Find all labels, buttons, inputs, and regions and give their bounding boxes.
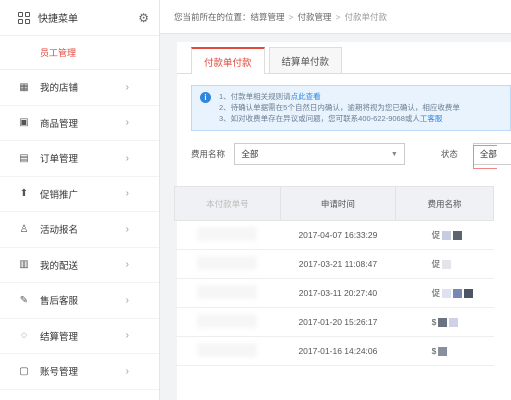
table-row[interactable]: 2017-03-21 11:08:47 促 <box>174 249 494 279</box>
account-icon: ▢ <box>19 365 29 377</box>
sidebar-item-products[interactable]: ▣ 商品管理 › <box>0 106 159 141</box>
sidebar-item-label: 我的配送 <box>40 260 79 272</box>
chevron-right-icon: › <box>125 81 129 93</box>
fee-name: 促 <box>431 259 441 269</box>
tab-bill-payment[interactable]: 付款单付款 <box>191 47 265 74</box>
breadcrumb-separator: > <box>335 11 341 22</box>
fee-name: $ <box>431 346 437 356</box>
column-header-apply-time[interactable]: 申请时间 <box>279 186 397 221</box>
breadcrumb-prefix: 您当前所在的位置： <box>174 11 251 22</box>
sidebar-header: 快捷菜单 ⚙ <box>0 0 159 36</box>
breadcrumb-current: 付款单付款 <box>344 11 387 22</box>
sidebar-item-label: 商品管理 <box>40 118 79 130</box>
chevron-right-icon: › <box>125 188 129 200</box>
redacted-bill-no <box>197 256 258 270</box>
fee-name: 促 <box>431 230 441 240</box>
sidebar-item-activity[interactable]: ♙ 活动报名 › <box>0 212 159 248</box>
promotion-icon: ⬆ <box>19 188 29 200</box>
tab-settlement-payment[interactable]: 结算单付款 <box>268 47 343 73</box>
status-label: 状态 <box>440 149 458 159</box>
sidebar-item-staff[interactable]: 员工管理 <box>0 36 159 70</box>
table-row[interactable]: 2017-01-20 15:26:17 $ <box>174 307 494 337</box>
fee-name: 促 <box>431 288 441 298</box>
apply-time: 2017-04-07 16:33:29 <box>280 220 396 250</box>
fee-name-select[interactable]: 全部 ▼ <box>234 143 405 165</box>
apply-time: 2017-03-11 20:27:40 <box>280 278 396 308</box>
chevron-right-icon: › <box>125 223 129 235</box>
sidebar-item-label: 订单管理 <box>40 154 79 166</box>
fee-name: $ <box>431 317 437 327</box>
sidebar-item-label: 售后客服 <box>40 296 79 308</box>
redacted-bill-no <box>197 343 258 357</box>
sidebar-item-label: 促销推广 <box>40 189 79 201</box>
activity-icon: ♙ <box>19 223 29 235</box>
apply-time: 2017-01-16 14:24:06 <box>280 336 396 366</box>
tab-bar: 付款单付款 结算单付款 <box>177 42 511 74</box>
column-header-fee-name[interactable]: 费用名称 <box>395 186 494 221</box>
breadcrumb-settlement[interactable]: 结算管理 <box>251 11 285 23</box>
grid-menu-icon <box>18 11 30 24</box>
info-icon: i <box>200 92 211 103</box>
breadcrumb-payment[interactable]: 付款管理 <box>298 11 332 23</box>
search-button[interactable] <box>473 145 497 169</box>
chevron-down-icon: ▼ <box>390 150 398 158</box>
redacted-mark <box>438 346 448 356</box>
notice-line-2: 2、待确认单据需在5个自然日内确认，逾期将视为您已确认，相应收费单 <box>219 103 460 112</box>
chevron-right-icon: › <box>125 365 129 377</box>
column-header-bill-no[interactable]: 本付款单号 <box>174 186 281 221</box>
apply-time: 2017-01-20 15:26:17 <box>280 307 396 337</box>
service-icon: ✎ <box>19 294 29 306</box>
filter-bar: 费用名称 全部 ▼ 状态 全部 <box>191 143 511 165</box>
chevron-right-icon: › <box>125 330 129 342</box>
sidebar-item-service[interactable]: ✎ 售后客服 › <box>0 283 159 319</box>
table-row[interactable]: 2017-04-07 16:33:29 促 <box>174 220 494 250</box>
redacted-mark <box>453 288 463 298</box>
redacted-mark <box>449 317 459 327</box>
sidebar: 快捷菜单 ⚙ 员工管理 ▦ 我的店铺 › ▣ 商品管理 › ▤ 订单管理 › ⬆… <box>0 0 160 400</box>
delivery-icon: ▥ <box>19 259 29 271</box>
sidebar-item-label: 活动报名 <box>40 225 79 237</box>
gear-icon[interactable]: ⚙ <box>138 11 149 25</box>
sidebar-item-account[interactable]: ▢ 账号管理 › <box>0 354 159 390</box>
sidebar-item-label: 账号管理 <box>40 367 79 379</box>
redacted-mark <box>464 288 474 298</box>
chevron-right-icon: › <box>125 259 129 271</box>
redacted-mark <box>438 317 448 327</box>
breadcrumb-separator: > <box>288 11 294 22</box>
sidebar-item-label: 我的店铺 <box>40 83 79 95</box>
store-icon: ▦ <box>19 81 29 93</box>
chevron-right-icon: › <box>125 152 129 164</box>
table-row[interactable]: 2017-03-11 20:27:40 促 <box>174 278 494 308</box>
table-row[interactable]: 2017-01-16 14:24:06 $ <box>174 336 494 366</box>
sidebar-item-promotion[interactable]: ⬆ 促销推广 › <box>0 177 159 212</box>
notice-box: i 1、付款单相关规则请点此查看 2、待确认单据需在5个自然日内确认，逾期将视为… <box>191 85 511 131</box>
notice-line-1: 1、付款单相关规则请点此查看 <box>219 92 321 101</box>
sidebar-item-label: 结算管理 <box>40 331 79 343</box>
notice-line-3: 3、如对收费单存在异议或问题，您可联系400-622-9068或人工客服 <box>219 114 443 123</box>
redacted-mark <box>442 288 452 298</box>
breadcrumb: 您当前所在的位置： 结算管理 > 付款管理 > 付款单付款 <box>160 0 511 34</box>
redacted-bill-no <box>197 227 258 241</box>
redacted-mark <box>442 259 452 269</box>
sidebar-item-settlement[interactable]: ◌ 结算管理 › <box>0 319 159 354</box>
main-content: 您当前所在的位置： 结算管理 > 付款管理 > 付款单付款 付款单付款 结算单付… <box>160 0 511 400</box>
order-icon: ▤ <box>19 152 29 164</box>
settlement-icon: ◌ <box>21 330 27 342</box>
sidebar-item-orders[interactable]: ▤ 订单管理 › <box>0 141 159 177</box>
product-icon: ▣ <box>19 117 29 129</box>
redacted-mark <box>442 230 452 240</box>
sidebar-title: 快捷菜单 <box>38 14 78 25</box>
redacted-bill-no <box>197 285 258 299</box>
rules-link[interactable]: 点此查看 <box>291 92 321 101</box>
fee-name-label: 费用名称 <box>191 149 226 159</box>
redacted-bill-no <box>197 314 258 328</box>
sidebar-item-delivery[interactable]: ▥ 我的配送 › <box>0 248 159 283</box>
chevron-right-icon: › <box>125 294 129 306</box>
sidebar-item-store[interactable]: ▦ 我的店铺 › <box>0 70 159 106</box>
apply-time: 2017-03-21 11:08:47 <box>280 249 396 279</box>
chevron-right-icon: › <box>125 117 129 129</box>
payment-table: 本付款单号 申请时间 费用名称 2017-04-07 16:33:29 促 20… <box>174 186 494 366</box>
redacted-mark <box>453 230 463 240</box>
customer-service-link[interactable]: 工客服 <box>420 114 443 123</box>
